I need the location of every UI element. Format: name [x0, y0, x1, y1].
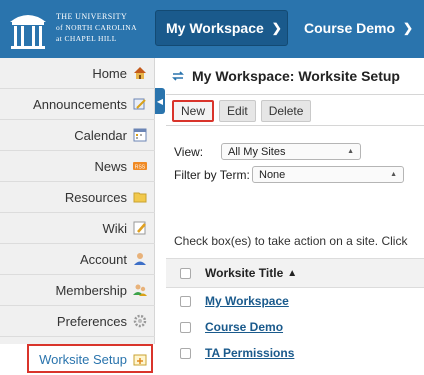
rss-icon: RSS — [133, 162, 147, 171]
university-name: THE UNIVERSITY of NORTH CAROLINA at CHAP… — [56, 12, 137, 43]
delete-button[interactable]: Delete — [260, 100, 312, 122]
sidebar-item-resources[interactable]: Resources — [0, 182, 155, 213]
term-filter: Filter by Term: None ▲ — [174, 166, 404, 183]
table-row: TA Permissions — [166, 340, 424, 366]
divider — [166, 125, 424, 126]
main-content: My Workspace: Worksite Setup New Edit De… — [166, 58, 424, 375]
site-link[interactable]: TA Permissions — [205, 346, 294, 360]
my-workspace-tab[interactable]: My Workspace ❯ — [155, 10, 288, 46]
select-all-checkbox[interactable] — [180, 267, 191, 279]
collapse-sidebar-handle[interactable]: ◀ — [155, 88, 165, 114]
worksite-title-column[interactable]: Worksite Title — [205, 266, 283, 280]
unc-logo[interactable]: THE UNIVERSITY of NORTH CAROLINA at CHAP… — [8, 6, 148, 52]
sidebar-item-home[interactable]: Home — [0, 58, 155, 89]
edit-button[interactable]: Edit — [219, 100, 256, 122]
users-icon — [133, 284, 147, 296]
chevron-down-icon: ❯ — [403, 21, 414, 35]
chevron-left-icon: ◀ — [156, 96, 164, 106]
new-button[interactable]: New — [172, 100, 215, 122]
top-banner: THE UNIVERSITY of NORTH CAROLINA at CHAP… — [0, 0, 424, 58]
action-toolbar: New Edit Delete — [172, 100, 316, 122]
megaphone-icon — [133, 98, 146, 110]
sort-ascending-icon[interactable]: ▲ — [287, 268, 297, 279]
view-select[interactable]: All My Sites ▲ — [221, 143, 361, 160]
course-demo-tab[interactable]: Course Demo ❯ — [304, 10, 413, 46]
sidebar-item-calendar[interactable]: Calendar — [0, 120, 155, 151]
home-icon — [134, 67, 146, 79]
table-row: My Workspace — [166, 288, 424, 314]
pencil-icon — [133, 221, 146, 235]
view-filter: View: All My Sites ▲ — [174, 143, 361, 160]
user-icon — [134, 253, 146, 265]
worksite-setup-highlight — [27, 344, 153, 373]
site-link[interactable]: Course Demo — [205, 320, 283, 334]
sidebar-item-preferences[interactable]: Preferences — [0, 306, 155, 337]
tool-sidebar: Home Announcements Calendar News RSS Res… — [0, 58, 155, 375]
table-row: Course Demo — [166, 314, 424, 340]
course-demo-label: Course Demo — [304, 20, 396, 36]
sidebar-item-news[interactable]: News RSS — [0, 151, 155, 182]
select-arrows-icon: ▲ — [347, 148, 354, 155]
row-checkbox[interactable] — [180, 295, 191, 307]
row-checkbox[interactable] — [180, 347, 191, 359]
sidebar-item-announcements[interactable]: Announcements — [0, 89, 155, 120]
sidebar-item-wiki[interactable]: Wiki — [0, 213, 155, 244]
sidebar-item-membership[interactable]: Membership — [0, 275, 155, 306]
divider — [166, 94, 424, 95]
old-well-icon — [10, 15, 46, 49]
term-select[interactable]: None ▲ — [252, 166, 404, 183]
svg-text:RSS: RSS — [135, 165, 146, 171]
calendar-icon — [133, 128, 147, 142]
table-header: Worksite Title ▲ — [166, 258, 424, 288]
site-link[interactable]: My Workspace — [205, 294, 289, 308]
reset-icon[interactable] — [172, 70, 184, 82]
term-label: Filter by Term: — [174, 167, 250, 182]
chevron-down-icon: ❯ — [271, 21, 282, 35]
my-workspace-label: My Workspace — [166, 20, 264, 36]
row-checkbox[interactable] — [180, 321, 191, 333]
page-header: My Workspace: Worksite Setup — [172, 68, 400, 84]
view-label: View: — [174, 144, 204, 159]
folder-icon — [133, 192, 147, 203]
gear-icon — [133, 314, 147, 328]
select-arrows-icon: ▲ — [390, 171, 397, 178]
instructions-text: Check box(es) to take action on a site. … — [174, 234, 408, 248]
sidebar-item-account[interactable]: Account — [0, 244, 155, 275]
page-title: My Workspace: Worksite Setup — [192, 68, 400, 84]
